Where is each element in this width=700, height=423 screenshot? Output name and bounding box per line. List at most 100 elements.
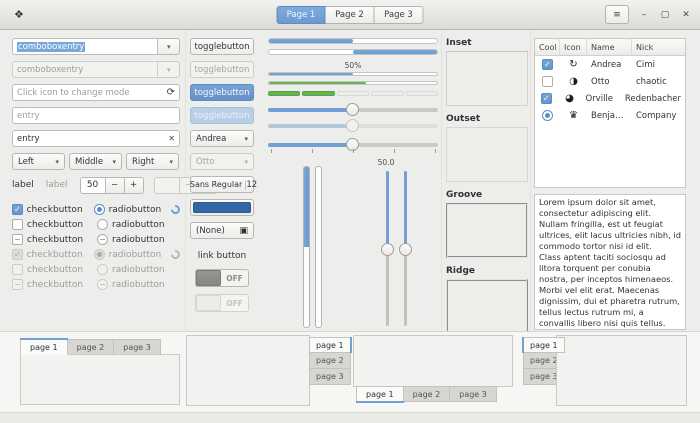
tab-page-1[interactable]: page 1 xyxy=(20,338,68,355)
plain-entry[interactable] xyxy=(12,107,180,124)
tab-page-2[interactable]: page 2 xyxy=(309,353,351,369)
tab-page-1[interactable]: page 1 xyxy=(522,337,565,353)
link-button[interactable]: link button xyxy=(190,251,254,261)
combo-right[interactable]: Right ▾ xyxy=(126,153,179,170)
frame-inset xyxy=(446,51,528,106)
tab-page-2[interactable]: Page 2 xyxy=(325,6,375,24)
spin-plus-button[interactable]: + xyxy=(124,176,144,194)
color-button[interactable] xyxy=(190,199,254,216)
maximize-button[interactable]: ▢ xyxy=(659,10,671,20)
color-swatch xyxy=(193,202,251,213)
checkbutton-checked[interactable]: ✓ xyxy=(12,204,23,215)
separator xyxy=(441,31,442,331)
lorem-textview[interactable]: Lorem ipsum dolor sit amet, consectetur … xyxy=(534,194,686,330)
clear-icon[interactable]: ✕ xyxy=(168,134,175,143)
notebooks-strip: page 1 page 2 page 3 page 1 page 2 page … xyxy=(0,331,700,412)
combobox-entry-disabled-dropdown: ▾ xyxy=(158,61,180,78)
mode-entry-placeholder: Click icon to change mode xyxy=(17,87,130,98)
chevron-down-icon: ▾ xyxy=(244,134,248,143)
togglebutton-active-disabled: togglebutton xyxy=(190,107,254,124)
checkbutton-checked-disabled: ✓ xyxy=(12,249,23,260)
checkbutton-unchecked[interactable] xyxy=(12,219,23,230)
hamburger-menu-button[interactable]: ≡ xyxy=(605,5,629,24)
application-icon: ▣ xyxy=(239,225,248,236)
scale-handle[interactable] xyxy=(346,103,359,116)
mode-entry[interactable]: Click icon to change mode ⟳ xyxy=(12,84,180,101)
radiobutton-unselected[interactable] xyxy=(97,219,108,230)
close-button[interactable]: ✕ xyxy=(680,10,692,20)
row-checkbox-checked[interactable]: ✓ xyxy=(540,93,552,104)
switch-off[interactable]: OFF xyxy=(195,269,249,287)
combo-middle[interactable]: Middle ▾ xyxy=(69,153,122,170)
combobox-entry[interactable]: comboboxentry ▾ xyxy=(12,38,180,55)
progressbar-rtl xyxy=(268,49,438,55)
notebook-pane xyxy=(353,335,513,387)
column-header-nick[interactable]: Nick xyxy=(632,39,685,56)
checks-radios-group: ✓ checkbutton radiobutton checkbutton ra… xyxy=(12,202,182,292)
togglebutton-active[interactable]: togglebutton xyxy=(190,84,254,101)
page-switcher: Page 1 Page 2 Page 3 xyxy=(276,6,424,24)
combobox-entry-dropdown[interactable]: ▾ xyxy=(158,38,180,55)
column-header-name[interactable]: Name xyxy=(587,39,632,56)
table-row[interactable]: ✓ ◕ Orville Redenbacher xyxy=(535,90,685,107)
scale-handle[interactable] xyxy=(381,242,394,256)
switch-handle[interactable] xyxy=(196,270,221,286)
table-row[interactable]: ✓ ↻ Andrea Cimi xyxy=(535,56,685,73)
togglebutton[interactable]: togglebutton xyxy=(190,38,254,55)
headerbar: ❖ Page 1 Page 2 Page 3 ≡ – ▢ ✕ xyxy=(0,0,700,30)
progressbar xyxy=(268,38,438,44)
scales-column: 50% 50.0 xyxy=(268,38,439,330)
table-row[interactable]: ◑ Otto chaotic xyxy=(535,73,685,90)
tab-page-3[interactable]: page 3 xyxy=(450,386,497,402)
app-chooser-button[interactable]: (None) ▣ xyxy=(190,222,254,239)
radiobutton-indeterminate[interactable]: − xyxy=(97,234,108,245)
frame-outset xyxy=(446,127,528,182)
vscale-filled-top[interactable] xyxy=(303,166,310,328)
refresh-icon[interactable]: ⟳ xyxy=(167,87,175,98)
table-row[interactable]: ♛ Benja… Company xyxy=(535,107,685,124)
combobox-entry-text[interactable]: comboboxentry xyxy=(12,38,158,55)
chevron-down-icon: ▾ xyxy=(55,157,59,166)
togglebutton-disabled: togglebutton xyxy=(190,61,254,78)
tab-page-3[interactable]: page 3 xyxy=(114,339,161,355)
frame-groove xyxy=(446,203,528,258)
row-checkbox-checked[interactable]: ✓ xyxy=(542,59,553,70)
combo-left[interactable]: Left ▾ xyxy=(12,153,65,170)
progressbar-thin xyxy=(268,72,438,76)
spinbutton[interactable]: 50 − + xyxy=(79,176,144,194)
scale-handle[interactable] xyxy=(399,242,412,256)
checkbutton-indeterminate[interactable]: − xyxy=(12,234,23,245)
tab-page-1[interactable]: page 1 xyxy=(309,337,352,353)
name-combobox[interactable]: Andrea ▾ xyxy=(190,130,254,147)
label-disabled: label xyxy=(45,180,68,190)
combobox-entry-disabled-text: comboboxentry xyxy=(12,61,158,78)
tab-page-1[interactable]: Page 1 xyxy=(276,6,326,24)
column-header-icon[interactable]: Icon xyxy=(560,39,587,56)
row-radio-selected[interactable] xyxy=(542,110,553,121)
spin-minus-button[interactable]: − xyxy=(105,176,125,194)
row-checkbox-unchecked[interactable] xyxy=(542,76,553,87)
chevron-down-icon: ▾ xyxy=(167,65,171,74)
tab-page-1[interactable]: page 1 xyxy=(356,386,404,403)
minimize-button[interactable]: – xyxy=(638,10,650,20)
vscale-filled-bottom[interactable] xyxy=(315,166,322,328)
font-button[interactable]: Sans Regular 12 xyxy=(190,176,257,193)
hscale[interactable] xyxy=(268,103,438,117)
column-header-cool[interactable]: Cool xyxy=(535,39,560,56)
radiobutton-selected[interactable] xyxy=(93,204,105,215)
spinbutton-value[interactable]: 50 xyxy=(79,176,106,194)
tab-page-2[interactable]: page 2 xyxy=(67,339,115,355)
notebook-tabs-bottom: page 1 page 2 page 3 xyxy=(356,386,497,403)
tab-page-3[interactable]: page 3 xyxy=(309,369,351,385)
tab-page-3[interactable]: Page 3 xyxy=(374,6,424,24)
vscale-thin[interactable] xyxy=(398,171,412,326)
notebook-tabs-top: page 1 page 2 page 3 xyxy=(20,338,161,355)
tab-page-2[interactable]: page 2 xyxy=(403,386,451,402)
separator xyxy=(530,31,531,331)
label: label xyxy=(12,180,34,190)
notebook-pane xyxy=(20,354,180,405)
clearable-entry[interactable]: entry ✕ xyxy=(12,130,180,147)
hscale-with-marks[interactable] xyxy=(268,138,438,153)
checkbutton-unchecked-disabled xyxy=(12,264,23,275)
vscale-with-marks[interactable] xyxy=(380,171,394,326)
